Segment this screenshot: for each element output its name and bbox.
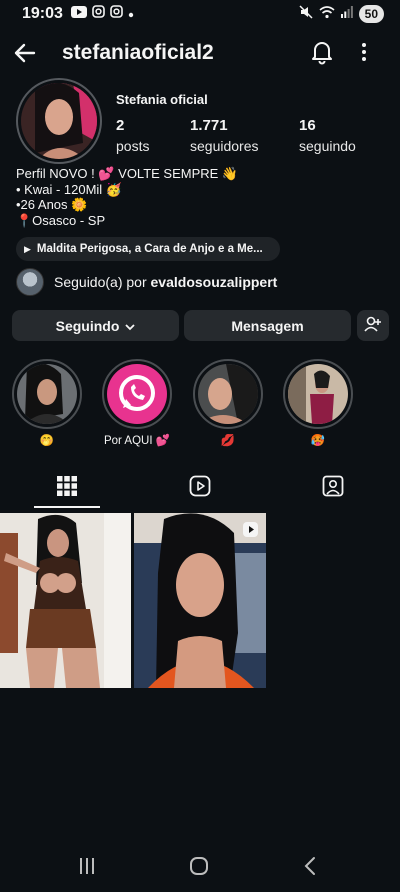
tab-posts-grid[interactable] [0, 468, 133, 508]
profile-bio: Perfil NOVO ! 💕 VOLTE SEMPRE 👋 • Kwai - … [16, 166, 238, 228]
home-icon[interactable] [189, 856, 209, 881]
tab-reels[interactable] [133, 468, 266, 508]
bio-line: • Kwai - 120Mil 🥳 [16, 181, 122, 197]
highlight-label: Por AQUI 💕 [103, 435, 171, 447]
back-arrow-icon[interactable] [12, 40, 38, 66]
profile-header: stefaniaoficial2 [0, 34, 400, 74]
stat-posts-label: posts [116, 138, 150, 154]
bio-line: •26 Anos 🌼 [16, 197, 88, 212]
stat-following[interactable]: 16 seguindo [299, 117, 356, 154]
suggest-user-button[interactable] [357, 310, 389, 341]
stat-followers[interactable]: 1.771 seguidores [190, 117, 259, 154]
add-user-icon [364, 316, 382, 335]
stat-posts[interactable]: 2 posts [116, 117, 149, 154]
stat-followers-count: 1.771 [190, 117, 228, 134]
reel-icon [242, 521, 259, 543]
mute-icon [299, 4, 313, 24]
message-button-label: Mensagem [231, 317, 304, 334]
dot-icon [128, 5, 134, 23]
more-options-icon[interactable] [360, 40, 368, 69]
highlight-cover [288, 364, 348, 424]
instagram-icon [92, 5, 105, 23]
play-icon: ▶ [24, 243, 31, 254]
story-highlight[interactable]: 🤭 [11, 359, 83, 447]
bio-line: Perfil NOVO ! 💕 VOLTE SEMPRE 👋 [16, 166, 239, 181]
music-title: Maldita Perigosa, a Cara de Anjo e a Me.… [36, 243, 263, 255]
active-tab-indicator [34, 506, 100, 508]
highlight-cover [17, 364, 77, 424]
stat-following-count: 16 [299, 117, 316, 134]
post-thumbnail[interactable] [0, 513, 131, 688]
reels-icon [189, 475, 211, 502]
tagged-icon [322, 475, 344, 502]
profile-tabs [0, 468, 400, 508]
stat-following-label: seguindo [299, 138, 356, 154]
story-highlight[interactable]: 🥵 [282, 359, 354, 447]
stat-posts-count: 2 [116, 117, 125, 134]
following-button[interactable]: Seguindo [12, 310, 179, 341]
instagram-icon [110, 5, 123, 23]
highlight-label: 💋 [220, 435, 236, 447]
followed-by-prefix: Seguido(a) por [54, 274, 147, 290]
system-nav-bar [0, 852, 400, 886]
avatar [16, 268, 44, 296]
recents-icon[interactable] [78, 856, 96, 881]
highlight-cover [198, 364, 258, 424]
wifi-icon [319, 5, 335, 24]
battery-indicator: 50 [358, 5, 384, 23]
story-highlight[interactable]: 💋 [192, 359, 264, 447]
message-button[interactable]: Mensagem [184, 310, 351, 341]
tab-tagged[interactable] [266, 468, 399, 508]
page-title: stefaniaoficial2 [62, 41, 214, 64]
profile-avatar[interactable] [16, 78, 102, 164]
back-icon[interactable] [303, 856, 317, 881]
following-button-label: Seguindo [55, 317, 120, 334]
profile-music[interactable]: ▶ Maldita Perigosa, a Cara de Anjo e a M… [16, 237, 280, 261]
youtube-icon [70, 5, 87, 23]
display-name: Stefania oficial [116, 92, 208, 107]
highlight-label: 🥵 [310, 435, 326, 447]
bell-icon[interactable] [310, 39, 334, 70]
stat-followers-label: seguidores [190, 138, 259, 154]
status-bar: 19:03 50 [0, 0, 400, 28]
chevron-down-icon [125, 318, 136, 334]
bio-line: 📍Osasco - SP [16, 212, 106, 228]
highlight-label: 🤭 [39, 435, 55, 447]
story-highlight[interactable]: Por AQUI 💕 [101, 359, 173, 447]
grid-icon [56, 475, 77, 501]
status-time: 19:03 [22, 5, 63, 22]
followed-by-text: Seguido(a) por evaldosouzalippert [54, 274, 277, 290]
avatar-photo [21, 83, 97, 159]
signal-icon [340, 5, 353, 23]
followed-by[interactable]: Seguido(a) por evaldosouzalippert [16, 267, 277, 297]
post-thumbnail[interactable] [134, 513, 266, 688]
whatsapp-icon [107, 364, 167, 424]
followed-by-user: evaldosouzalippert [150, 274, 278, 290]
